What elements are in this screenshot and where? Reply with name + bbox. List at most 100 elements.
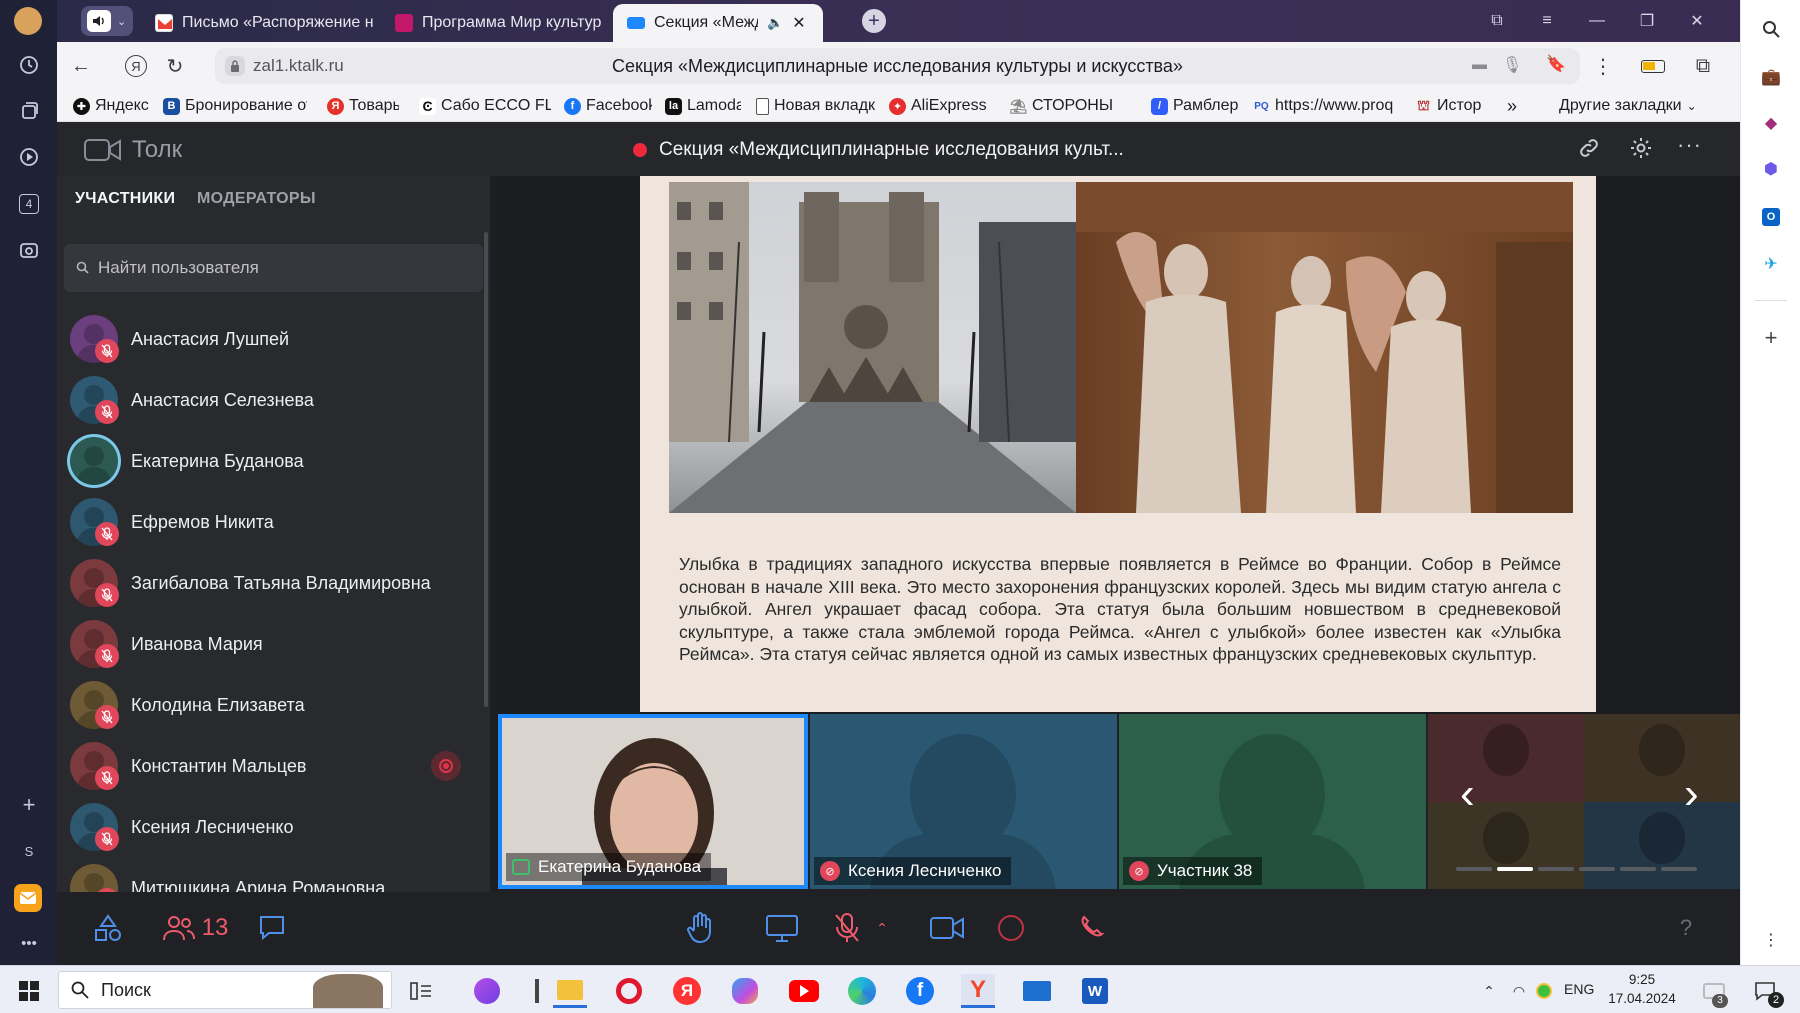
- briefcase-icon[interactable]: 💼: [1759, 65, 1783, 89]
- camera-permission-icon[interactable]: ▬: [1472, 56, 1487, 73]
- bookmark-goods[interactable]: Я Товары: [327, 95, 399, 117]
- cortana-icon[interactable]: [470, 974, 504, 1008]
- prev-page-icon[interactable]: ‹: [1460, 772, 1475, 816]
- more-options-icon[interactable]: ···: [1677, 132, 1702, 158]
- tab-program[interactable]: Программа Мир культуры: [381, 4, 601, 42]
- word-icon[interactable]: W: [1078, 974, 1112, 1008]
- tab-close-icon[interactable]: ✕: [792, 13, 805, 33]
- collections-toolbar-icon[interactable]: ⧉: [1689, 52, 1717, 80]
- bookmark-new-tab[interactable]: Новая вкладка: [756, 95, 876, 117]
- participant-row[interactable]: Анастасия Селезнева: [57, 370, 477, 430]
- next-page-icon[interactable]: ›: [1684, 772, 1699, 816]
- opera-icon[interactable]: [612, 974, 646, 1008]
- search-icon[interactable]: [1759, 17, 1783, 41]
- video-tile-ksenia[interactable]: ⊘ Ксения Лесниченко: [810, 714, 1117, 889]
- microphone-off-button[interactable]: [827, 908, 867, 948]
- tab-section-active[interactable]: Секция «Междисци 🔈 ✕: [613, 4, 823, 42]
- link-icon[interactable]: [1577, 136, 1601, 160]
- participant-row[interactable]: Колодина Елизавета: [57, 675, 477, 735]
- yandex-button[interactable]: Я: [122, 52, 150, 80]
- bookmark-storony[interactable]: ⛱ СТОРОНЫ: [1010, 95, 1114, 117]
- camera-button[interactable]: [927, 908, 967, 948]
- taskbar-search-box[interactable]: Поиск: [58, 971, 392, 1009]
- mail-app-icon[interactable]: [14, 884, 42, 912]
- other-bookmarks[interactable]: Другие закладки ⌄: [1559, 95, 1729, 117]
- new-tab-button[interactable]: +: [862, 9, 886, 33]
- minimize-button[interactable]: —: [1583, 8, 1611, 34]
- participant-row[interactable]: Анастасия Лушпей: [57, 309, 477, 369]
- screenshot-icon[interactable]: [16, 237, 42, 263]
- screen-share-button[interactable]: [762, 908, 802, 948]
- tab-audio-control[interactable]: ⌄: [81, 6, 133, 36]
- leave-call-button[interactable]: [1072, 908, 1112, 948]
- bookmarks-more-button[interactable]: »: [1507, 95, 1527, 117]
- bookmark-lamoda[interactable]: la Lamoda: [665, 95, 741, 117]
- windows-start-icon[interactable]: [12, 974, 46, 1008]
- bookmark-icon[interactable]: 🔖: [1546, 54, 1566, 74]
- participant-row[interactable]: Митюшкина Арина Романовна: [57, 858, 477, 892]
- video-tile-speaker[interactable]: Екатерина Буданова: [498, 714, 808, 889]
- mic-options-chevron-icon[interactable]: ⌃: [872, 908, 892, 948]
- bookmark-yandex[interactable]: ✚ Яндекс: [73, 95, 155, 117]
- add-panel-icon[interactable]: +: [16, 792, 42, 818]
- search-user-input[interactable]: Найти пользователя: [64, 244, 483, 292]
- participant-row[interactable]: Константин Мальцев: [57, 736, 477, 796]
- yandex-browser-icon[interactable]: Я: [670, 974, 704, 1008]
- copilot-icon[interactable]: ⬢: [1759, 157, 1783, 181]
- edge-icon[interactable]: [845, 974, 879, 1008]
- bookmark-proq[interactable]: PQ https://www.proq: [1253, 95, 1399, 117]
- apps-shapes-button[interactable]: [88, 908, 128, 948]
- task-view-icon[interactable]: [404, 974, 438, 1008]
- video-tile-participant-38[interactable]: ⊘ Участник 38: [1119, 714, 1426, 889]
- mic-permission-icon[interactable]: 🎙: [1502, 55, 1522, 75]
- history-icon[interactable]: [16, 52, 42, 78]
- send-icon[interactable]: ✈: [1759, 252, 1783, 276]
- facebook-app-icon[interactable]: f: [903, 974, 937, 1008]
- more-vert-icon[interactable]: ⋮: [1589, 52, 1617, 80]
- participant-row[interactable]: Загибалова Татьяна Владимировна: [57, 553, 477, 613]
- tab-mail[interactable]: Письмо «Распоряжение н: [141, 4, 381, 42]
- settings-icon[interactable]: [1629, 136, 1653, 160]
- shield-icon[interactable]: [1527, 974, 1561, 1008]
- reload-button[interactable]: ↻: [161, 52, 189, 80]
- youtube-icon[interactable]: [787, 974, 821, 1008]
- tray-chevron-icon[interactable]: ⌃: [1472, 974, 1506, 1008]
- bookmark-history[interactable]: ⛫ Истор: [1415, 95, 1485, 117]
- outlook-icon[interactable]: O: [1759, 205, 1783, 229]
- participants-scrollbar[interactable]: [484, 232, 488, 707]
- battery-icon[interactable]: [1639, 52, 1667, 80]
- participants-button[interactable]: 13: [155, 908, 235, 948]
- restore-button[interactable]: ❐: [1633, 8, 1661, 34]
- collections-icon[interactable]: [16, 98, 42, 124]
- tab-participants[interactable]: УЧАСТНИКИ: [75, 190, 175, 208]
- add-sidebar-icon[interactable]: +: [1759, 325, 1783, 350]
- chat-button[interactable]: [252, 908, 292, 948]
- clock[interactable]: 9:25 17.04.2024: [1607, 970, 1677, 1008]
- participant-row[interactable]: Екатерина Буданова: [57, 431, 477, 491]
- bookmark-rambler[interactable]: / Рамблер: [1151, 95, 1247, 117]
- more-dots-icon[interactable]: •••: [16, 930, 42, 956]
- copilot-app-icon[interactable]: [728, 974, 762, 1008]
- video-tile-grid-more[interactable]: ‹ ›: [1428, 714, 1740, 889]
- tab-manager-icon[interactable]: ⧉: [1483, 8, 1511, 34]
- bookmark-booking[interactable]: B Бронирование от: [163, 95, 307, 117]
- apps-icon[interactable]: ◆: [1759, 111, 1783, 135]
- help-button[interactable]: ?: [1666, 908, 1706, 948]
- raise-hand-button[interactable]: [680, 908, 720, 948]
- participant-row[interactable]: Ефремов Никита: [57, 492, 477, 552]
- sidebar-s-badge[interactable]: S: [16, 838, 42, 864]
- yandex-active-icon[interactable]: Y: [961, 974, 995, 1008]
- brand[interactable]: Толк: [84, 136, 182, 164]
- sidebar-more-icon[interactable]: ⋮: [1759, 928, 1783, 952]
- video-icon[interactable]: [16, 144, 42, 170]
- tab-moderators[interactable]: МОДЕРАТОРЫ: [197, 190, 316, 208]
- profile-avatar[interactable]: [14, 7, 42, 35]
- back-button[interactable]: ←: [67, 52, 95, 80]
- participant-row[interactable]: Иванова Мария: [57, 614, 477, 674]
- bookmark-ecco[interactable]: ϾСабо ECCO FLOW: [419, 95, 551, 117]
- bookmark-aliexpress[interactable]: ✦ AliExpress: [889, 95, 993, 117]
- participant-row[interactable]: Ксения Лесниченко: [57, 797, 477, 857]
- close-window-button[interactable]: ✕: [1683, 8, 1711, 34]
- tab-count-icon[interactable]: 4: [16, 191, 42, 217]
- url-box[interactable]: zal1.ktalk.ru Секция «Междисциплинарные …: [215, 48, 1580, 84]
